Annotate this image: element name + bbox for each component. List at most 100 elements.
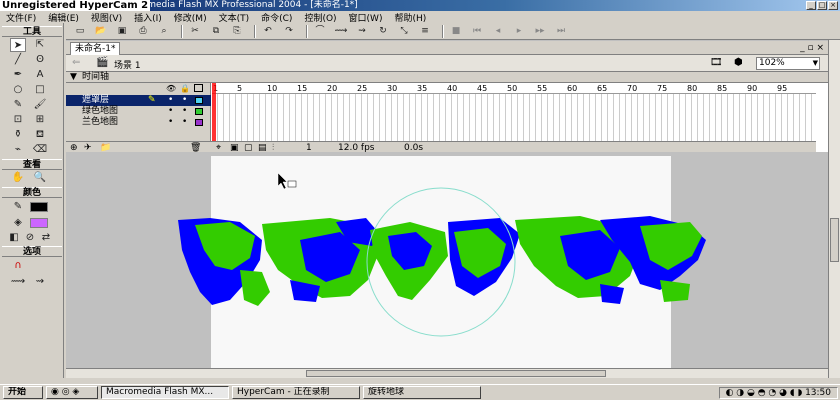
rewind-icon[interactable]: ⏮: [469, 24, 485, 38]
layer-green-map[interactable]: 绿色地图 • •: [66, 106, 211, 117]
scene-bar: ⇐ 🎬 场景 1 🎞 ⬢ 102% ▼: [66, 55, 828, 72]
smooth-option-icon[interactable]: ⟿: [10, 275, 26, 289]
line-tool-icon[interactable]: ╱: [10, 53, 26, 67]
task-flash[interactable]: Macromedia Flash MX...: [101, 386, 229, 399]
copy-icon[interactable]: ⧉: [208, 24, 224, 38]
oval-tool-icon[interactable]: ○: [10, 83, 26, 97]
undo-icon[interactable]: ↶: [260, 24, 276, 38]
start-button[interactable]: 开始: [3, 386, 43, 399]
no-color-icon[interactable]: ⊘: [22, 231, 38, 245]
pencil-tool-icon[interactable]: ✎: [10, 98, 26, 112]
outline-icon[interactable]: [194, 84, 203, 92]
arrow-tool-icon[interactable]: ➤: [10, 38, 26, 52]
collapse-arrow-icon[interactable]: ▼: [70, 72, 77, 82]
ink-bottle-tool-icon[interactable]: ⚱: [10, 128, 26, 142]
layer-blue-map[interactable]: 兰色地图 • •: [66, 117, 211, 128]
lock-icon[interactable]: 🔒: [180, 84, 190, 93]
horizontal-scrollbar[interactable]: [66, 368, 828, 378]
paste-icon[interactable]: ⎘: [229, 24, 245, 38]
colors-header: 颜色: [2, 187, 62, 198]
step-back-icon[interactable]: ◂: [490, 24, 506, 38]
edit-scene-icon[interactable]: 🎞: [710, 57, 723, 68]
menu-view[interactable]: 视图(V): [85, 11, 128, 24]
paint-bucket-tool-icon[interactable]: ⛾: [32, 128, 48, 142]
tray-icons[interactable]: ◐ ◑ ◒ ◓ ◔ ◕ ◖ ◗: [726, 388, 806, 398]
play-icon[interactable]: ▸: [511, 24, 527, 38]
fill-color-swatch[interactable]: [30, 218, 48, 228]
step-forward-icon[interactable]: ▸▸: [532, 24, 548, 38]
zoom-tool-icon[interactable]: 🔍: [32, 171, 48, 185]
visibility-dot[interactable]: •: [168, 106, 173, 117]
visibility-dot[interactable]: •: [168, 117, 173, 128]
rotate-icon[interactable]: ↻: [375, 24, 391, 38]
task-hypercam[interactable]: HyperCam - 正在录制: [232, 386, 360, 399]
close-button[interactable]: ×: [828, 1, 838, 10]
pen-tool-icon[interactable]: ✒: [10, 68, 26, 82]
menu-help[interactable]: 帮助(H): [388, 11, 432, 24]
go-end-icon[interactable]: ⏭: [553, 24, 569, 38]
fill-transform-tool-icon[interactable]: ⊞: [32, 113, 48, 127]
timeline-header: ▼ 时间轴: [66, 72, 828, 82]
new-file-icon[interactable]: ▭: [72, 24, 88, 38]
zoom-select[interactable]: 102% ▼: [756, 57, 820, 70]
menu-control[interactable]: 控制(O): [298, 11, 342, 24]
free-transform-tool-icon[interactable]: ⊡: [10, 113, 26, 127]
menu-text[interactable]: 文本(T): [213, 11, 256, 24]
menu-window[interactable]: 窗口(W): [343, 11, 389, 24]
menu-modify[interactable]: 修改(M): [168, 11, 213, 24]
menu-commands[interactable]: 命令(C): [255, 11, 298, 24]
snap-icon[interactable]: ⌒: [312, 24, 328, 38]
stroke-color-icon[interactable]: ✎: [10, 200, 26, 214]
text-tool-icon[interactable]: A: [32, 68, 48, 82]
layer-mask[interactable]: 遮罩层 ✎ • •: [66, 95, 211, 106]
print-icon[interactable]: ⎙: [135, 24, 151, 38]
visibility-dot[interactable]: •: [168, 95, 173, 106]
lock-dot[interactable]: •: [182, 106, 187, 117]
hand-tool-icon[interactable]: ✋: [10, 171, 26, 185]
lock-dot[interactable]: •: [182, 117, 187, 128]
eye-icon[interactable]: 👁: [166, 84, 176, 93]
redo-icon[interactable]: ↷: [281, 24, 297, 38]
document-tab[interactable]: 未命名-1*: [70, 42, 121, 55]
layer-color-swatch[interactable]: [195, 108, 203, 115]
layer-color-swatch[interactable]: [195, 97, 203, 104]
back-arrow-icon[interactable]: ⇐: [72, 57, 80, 68]
stop-icon[interactable]: ■: [448, 24, 464, 38]
open-file-icon[interactable]: 📂: [93, 24, 109, 38]
eraser-tool-icon[interactable]: ⌫: [32, 143, 48, 157]
menu-file[interactable]: 文件(F): [0, 11, 42, 24]
fill-color-icon[interactable]: ◈: [10, 216, 26, 230]
magnet-icon[interactable]: ∩: [10, 259, 26, 273]
stroke-color-swatch[interactable]: [30, 202, 48, 212]
horizontal-scroll-thumb[interactable]: [306, 370, 606, 377]
print-preview-icon[interactable]: ⌕: [156, 24, 172, 38]
subselect-tool-icon[interactable]: ⇱: [32, 38, 48, 52]
straighten-option-icon[interactable]: ⇝: [32, 275, 48, 289]
lock-dot[interactable]: •: [182, 95, 187, 106]
eyedropper-tool-icon[interactable]: ⌁: [10, 143, 26, 157]
menu-edit[interactable]: 编辑(E): [42, 11, 85, 24]
menu-insert[interactable]: 插入(I): [128, 11, 168, 24]
save-icon[interactable]: ▣: [114, 24, 130, 38]
stage[interactable]: [211, 156, 671, 368]
task-folder[interactable]: 旋转地球: [363, 386, 481, 399]
smooth-icon[interactable]: ⟿: [333, 24, 349, 38]
doc-window-controls[interactable]: _ ▫ ×: [800, 43, 824, 53]
cut-icon[interactable]: ✂: [187, 24, 203, 38]
layer-color-swatch[interactable]: [195, 119, 203, 126]
align-icon[interactable]: ≡: [417, 24, 433, 38]
edit-symbols-icon[interactable]: ⬢: [734, 57, 743, 68]
maximize-button[interactable]: □: [817, 1, 827, 10]
vertical-scrollbar[interactable]: [828, 40, 840, 378]
lasso-tool-icon[interactable]: ʘ: [32, 53, 48, 67]
straighten-icon[interactable]: ⇝: [354, 24, 370, 38]
vertical-scroll-thumb[interactable]: [830, 218, 839, 262]
default-colors-icon[interactable]: ◧: [6, 231, 22, 245]
scale-icon[interactable]: ⤡: [396, 24, 412, 38]
quick-launch[interactable]: ◉ ◎ ◈: [46, 386, 98, 399]
swap-colors-icon[interactable]: ⇄: [38, 231, 54, 245]
rectangle-tool-icon[interactable]: □: [32, 83, 48, 97]
brush-tool-icon[interactable]: 🖌: [32, 98, 48, 112]
frame-ruler[interactable]: 15101520253035404550556065707580859095: [212, 83, 816, 94]
minimize-button[interactable]: _: [806, 1, 816, 10]
